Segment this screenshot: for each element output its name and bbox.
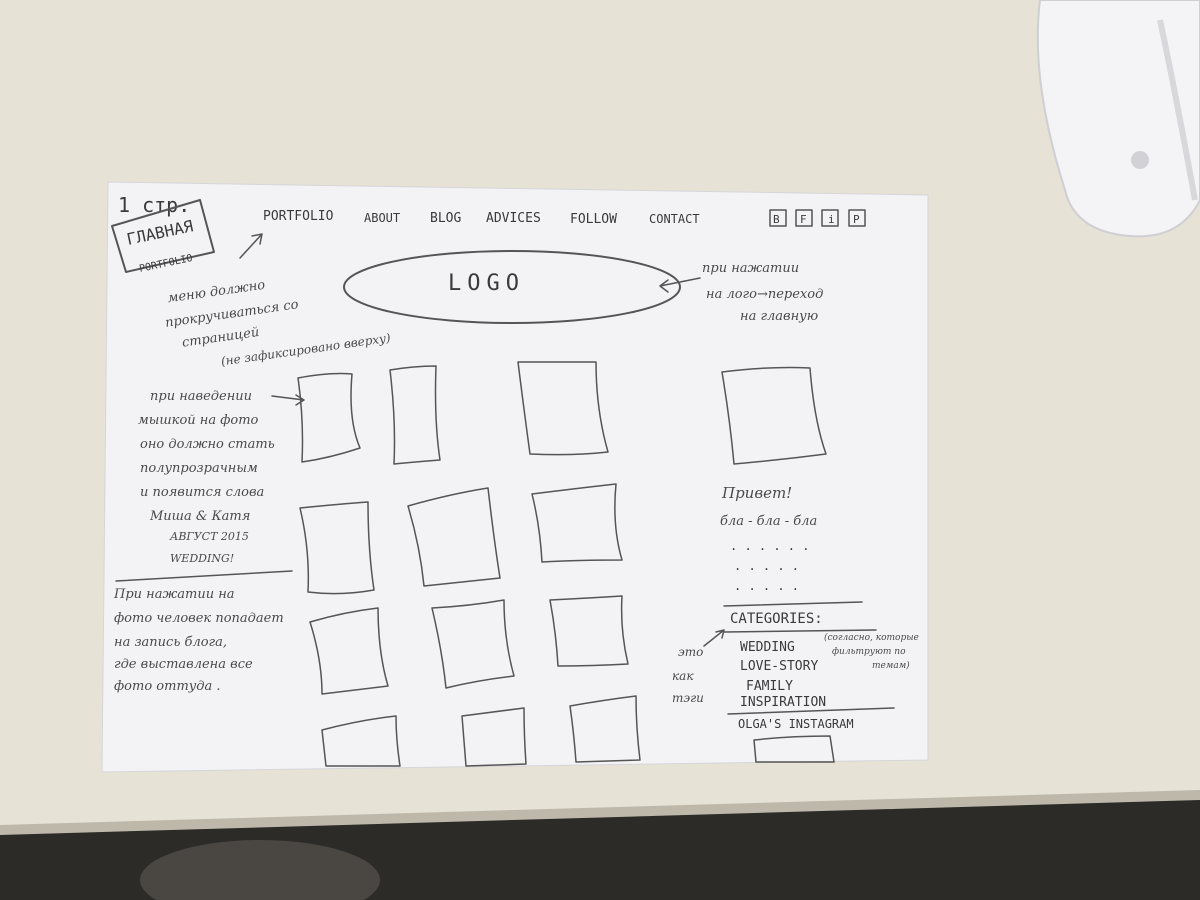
svg-text:фото человек попадает: фото человек попадает [114,611,284,626]
categories-title: CATEGORIES: [730,611,823,627]
svg-text:P: P [853,213,860,226]
svg-text:оно должно стать: оно должно стать [140,437,275,452]
svg-text:Миша & Катя: Миша & Катя [149,509,250,524]
svg-text:тэги: тэги [672,691,704,705]
category-family[interactable]: FAMILY [746,679,793,694]
svg-text:При нажатии на: При нажатии на [113,587,235,602]
svg-text:где выставлена все: где выставлена все [114,657,253,672]
svg-text:это: это [678,645,703,659]
svg-text:при наведении: при наведении [150,389,252,404]
svg-text:темам): темам) [872,660,910,671]
nav-item-contact[interactable]: CONTACT [649,212,700,226]
apple-logo-icon [1131,151,1149,169]
nav-item-advices[interactable]: ADVICES [486,211,541,226]
nav-item-follow[interactable]: FOLLOW [570,212,617,227]
svg-text:при нажатии: при нажатии [702,261,799,276]
svg-text:на лого→переход: на лого→переход [706,287,823,302]
svg-text:WEDDING!: WEDDING! [170,552,234,565]
svg-text:АВГУСТ 2015: АВГУСТ 2015 [169,530,249,543]
svg-text:фото оттуда .: фото оттуда . [114,679,221,694]
nav-item-portfolio[interactable]: PORTFOLIO [263,209,334,224]
instagram-title: OLGA'S INSTAGRAM [738,717,854,731]
nav-item-blog[interactable]: BLOG [430,211,461,226]
sidebar-greeting: Привет! [721,484,792,502]
logo-text: LOGO [448,271,525,296]
svg-text:на запись блога,: на запись блога, [114,635,227,650]
svg-text:F: F [800,213,807,226]
svg-text:мышкой на фото: мышкой на фото [138,413,259,428]
sidebar-dots: . . . . . [734,559,799,573]
category-love-story[interactable]: LOVE-STORY [740,659,818,674]
sidebar-dots: . . . . . [734,579,799,593]
category-wedding[interactable]: WEDDING [740,640,795,655]
svg-text:на главную: на главную [740,309,818,324]
nav-item-about[interactable]: ABOUT [364,211,400,225]
sidebar-dots: . . . . . . [730,539,809,553]
sidebar-blah: бла - бла - бла [720,514,817,529]
photo-scene: 1 стр. ГЛАВНАЯ PORTFOLIO PORTFOLIO ABOUT… [0,0,1200,900]
svg-text:i: i [828,213,835,226]
svg-text:как: как [672,669,694,683]
svg-text:B: B [773,213,780,226]
category-inspiration[interactable]: INSPIRATION [740,695,826,710]
svg-text:(согласно, которые: (согласно, которые [824,632,919,643]
svg-text:полупрозрачным: полупрозрачным [140,461,258,476]
svg-text:фильтруют по: фильтруют по [832,647,906,657]
svg-text:и появится слова: и появится слова [140,485,264,500]
